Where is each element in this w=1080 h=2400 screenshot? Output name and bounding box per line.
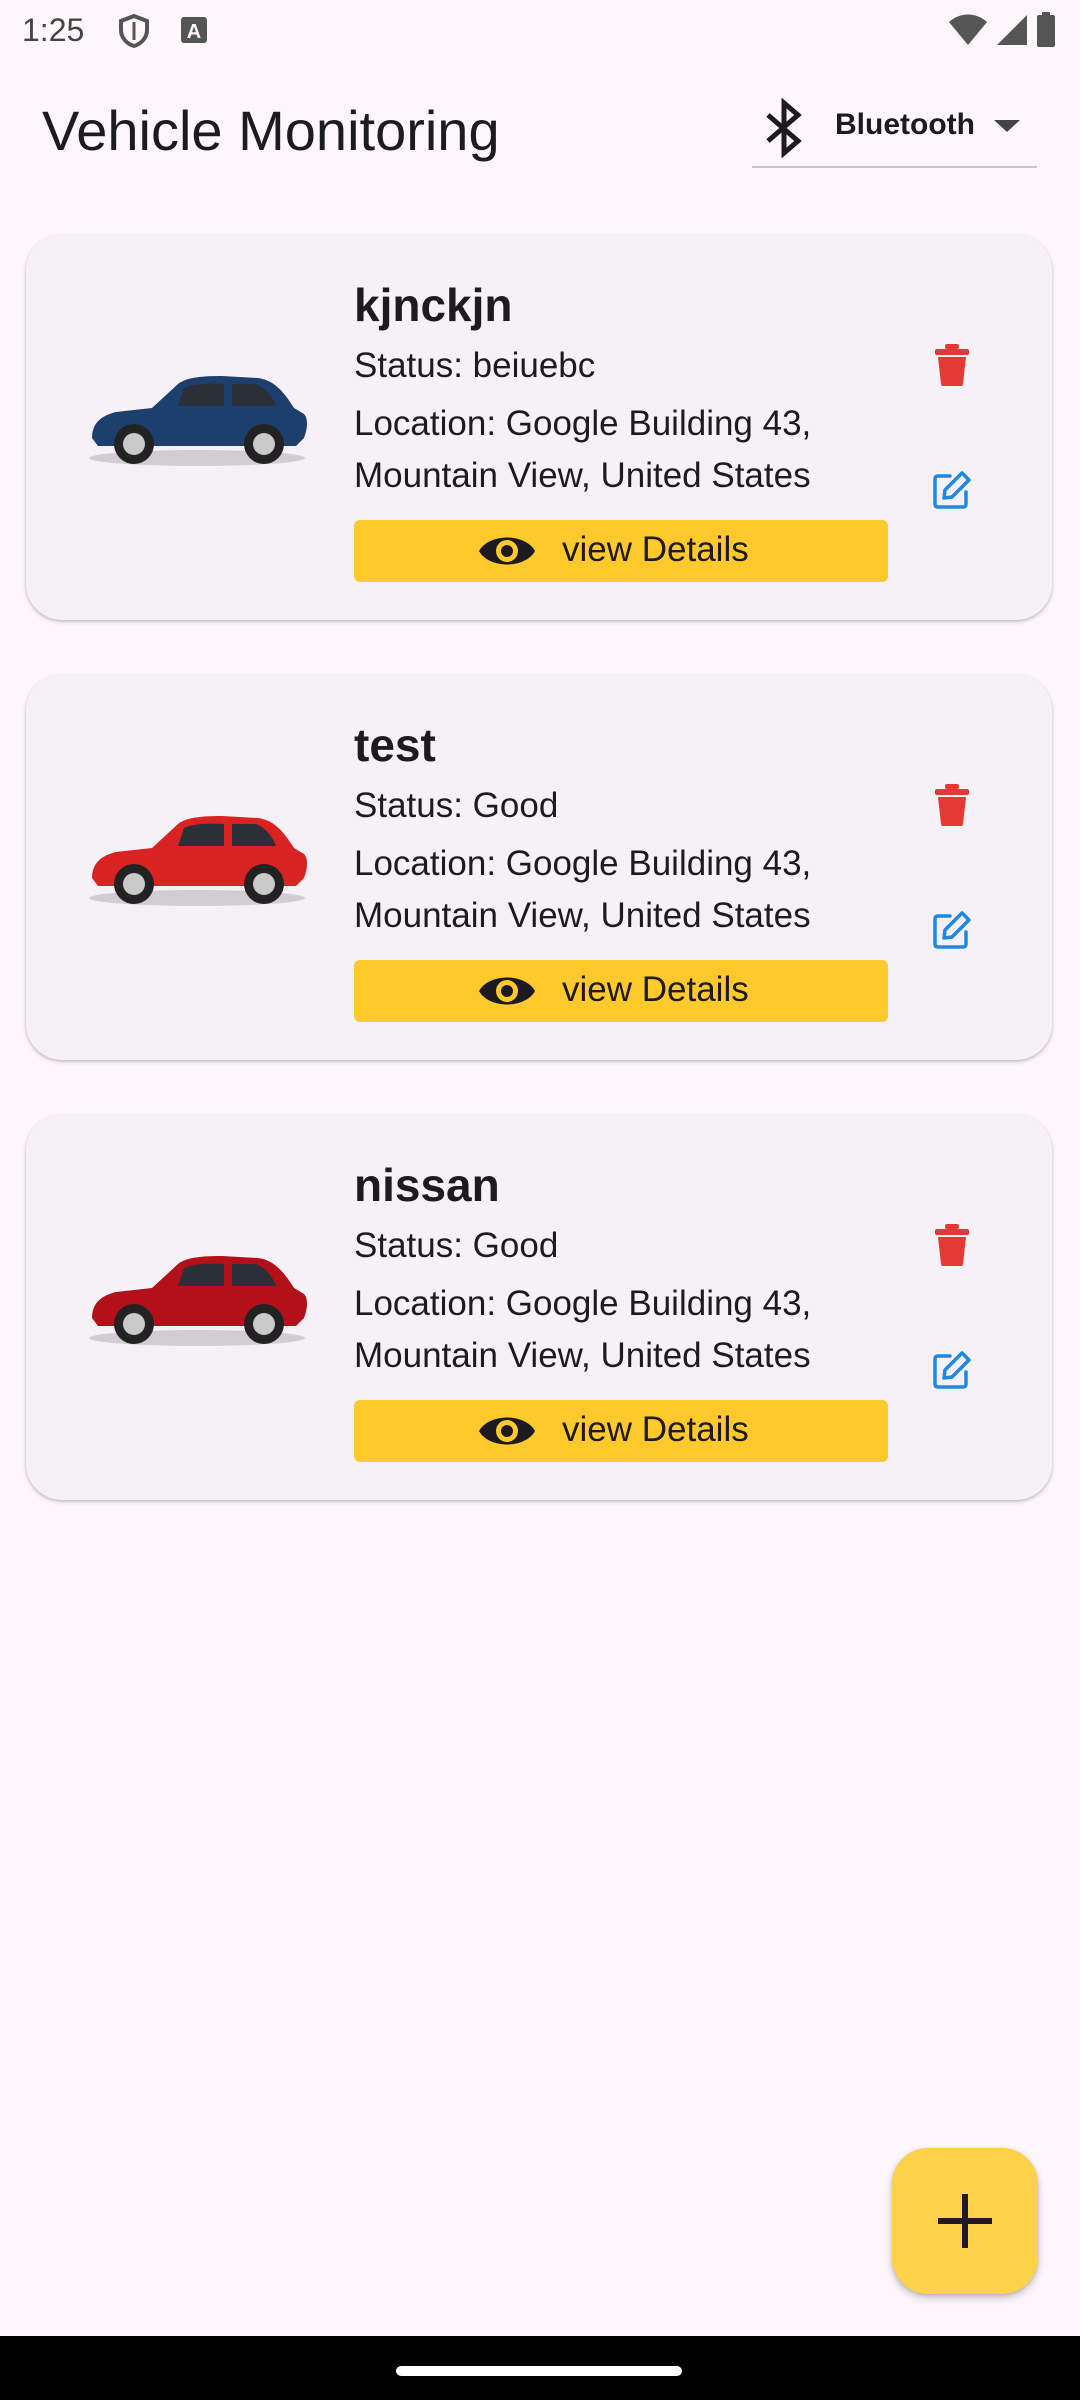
chevron-down-icon — [992, 118, 1022, 139]
text-a-icon: A — [180, 16, 208, 49]
vehicle-card: kjnckjn Status: beiuebc Location: Google… — [26, 234, 1052, 620]
vehicle-card: nissan Status: Good Location: Google Bui… — [26, 1114, 1052, 1500]
view-details-label: view Details — [562, 970, 749, 1009]
status-time: 1:25 — [22, 12, 85, 48]
vehicle-name: test — [354, 719, 436, 771]
status-bar: 1:25 A — [0, 0, 1080, 62]
vehicle-card: test Status: Good Location: Google Build… — [26, 674, 1052, 1060]
shield-icon — [118, 13, 150, 53]
vehicle-status: Status: Good — [354, 786, 559, 825]
view-details-button[interactable]: view Details — [354, 520, 888, 582]
edit-icon[interactable] — [932, 910, 972, 955]
home-handle[interactable] — [396, 2366, 682, 2376]
delete-icon[interactable] — [932, 1224, 972, 1271]
signal-icon — [996, 13, 1028, 52]
delete-icon[interactable] — [932, 344, 972, 391]
vehicle-name: nissan — [354, 1159, 500, 1211]
view-details-label: view Details — [562, 530, 749, 569]
view-details-label: view Details — [562, 1410, 749, 1449]
vehicle-status: Status: beiuebc — [354, 346, 596, 385]
bluetooth-icon — [762, 97, 806, 163]
vehicle-location: Location: Google Building 43, Mountain V… — [354, 1284, 812, 1375]
edit-icon[interactable] — [932, 470, 972, 515]
view-details-button[interactable]: view Details — [354, 960, 888, 1022]
vehicle-name: kjnckjn — [354, 279, 513, 331]
connection-select-value: Bluetooth — [835, 108, 975, 141]
eye-icon — [477, 1407, 537, 1460]
eye-icon — [477, 527, 537, 580]
vehicle-status: Status: Good — [354, 1226, 559, 1265]
eye-icon — [477, 967, 537, 1020]
battery-icon — [1036, 12, 1056, 53]
add-vehicle-button[interactable] — [892, 2148, 1038, 2294]
edit-icon[interactable] — [932, 1350, 972, 1395]
vehicle-location: Location: Google Building 43, Mountain V… — [354, 844, 812, 935]
system-nav-bar — [0, 2336, 1080, 2400]
car-image — [82, 1234, 312, 1354]
wifi-icon — [948, 13, 988, 52]
car-image — [82, 354, 312, 474]
connection-select[interactable]: Bluetooth — [752, 94, 1037, 168]
car-image — [82, 794, 312, 914]
view-details-button[interactable]: view Details — [354, 1400, 888, 1462]
vehicle-location: Location: Google Building 43, Mountain V… — [354, 404, 812, 495]
page-title: Vehicle Monitoring — [42, 99, 500, 162]
delete-icon[interactable] — [932, 784, 972, 831]
svg-text:A: A — [187, 21, 201, 43]
plus-icon — [937, 2193, 993, 2254]
